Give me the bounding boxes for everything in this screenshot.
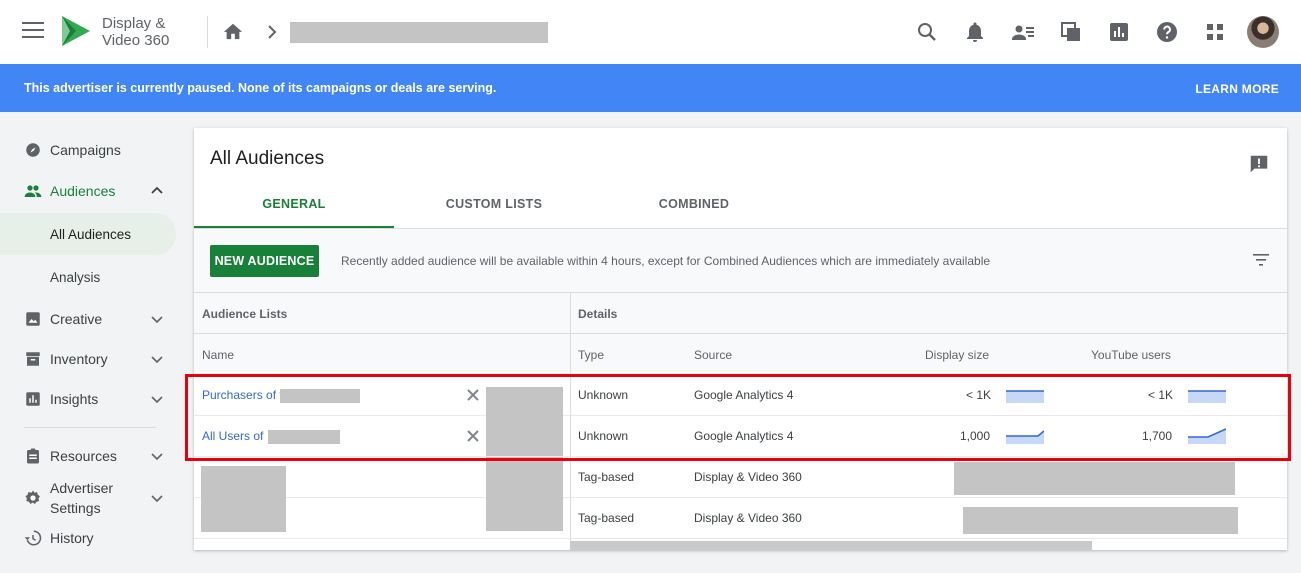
bar-chart-icon <box>26 392 40 406</box>
reports-chart-icon[interactable] <box>1107 20 1131 44</box>
source-cell: Display & Video 360 <box>694 511 802 525</box>
column-header-youtube-users[interactable]: YouTube users <box>1091 348 1171 362</box>
brand-line-2: Video 360 <box>102 32 170 49</box>
sidebar-item-advertiser-settings[interactable]: Advertiser Settings <box>0 476 176 520</box>
breadcrumb-redacted[interactable] <box>290 22 548 43</box>
chevron-up-icon <box>151 186 163 194</box>
table-row[interactable]: Tag-based Display & Video 360 <box>194 498 1287 539</box>
table-column-header: Name Type Source Display size YouTube us… <box>194 334 1287 375</box>
people-icon <box>24 185 42 197</box>
sidebar-item-label: Campaigns <box>50 142 121 158</box>
column-header-display-size[interactable]: Display size <box>925 348 989 362</box>
table-row[interactable]: Tag-based Display & Video 360 <box>194 457 1287 532</box>
sidebar-item-label: Creative <box>50 311 103 327</box>
sidebar-item-insights[interactable]: Insights <box>0 379 176 419</box>
highlight-box <box>185 374 1291 461</box>
tab-combined[interactable]: COMBINED <box>594 186 794 228</box>
sidebar-item-label: Inventory <box>50 351 108 367</box>
learn-more-link[interactable]: LEARN MORE <box>1195 82 1279 96</box>
sidebar-item-inventory[interactable]: Inventory <box>0 339 176 379</box>
type-cell: Tag-based <box>578 470 635 484</box>
sidebar-item-label: Insights <box>50 391 99 407</box>
sidebar-divider <box>24 427 156 428</box>
sidebar-item-label: Resources <box>50 448 117 464</box>
sidebar-item-label: History <box>50 530 94 546</box>
user-list-icon[interactable] <box>1011 20 1035 44</box>
chevron-down-icon <box>151 356 163 364</box>
table-group-header: Audience Lists Details <box>194 293 1287 334</box>
source-cell: Display & Video 360 <box>694 470 802 484</box>
menu-icon[interactable] <box>22 22 44 42</box>
redacted-block <box>963 507 1238 534</box>
help-icon[interactable] <box>1155 20 1179 44</box>
sidebar-nav: Campaigns Audiences All Audiences Analys… <box>0 112 190 573</box>
chevron-right-icon <box>268 25 277 39</box>
horizontal-scrollbar[interactable] <box>570 541 1092 550</box>
paused-banner: This advertiser is currently paused. Non… <box>0 64 1301 112</box>
sidebar-item-creative[interactable]: Creative <box>0 299 176 339</box>
sidebar-label-line-1: Advertiser <box>50 480 114 496</box>
avatar[interactable] <box>1247 16 1279 48</box>
new-audience-button[interactable]: NEW AUDIENCE <box>210 245 319 277</box>
chevron-down-icon <box>151 396 163 404</box>
sidebar-label-line-2: Settings <box>50 500 101 516</box>
chevron-down-icon <box>151 316 163 324</box>
sidebar-item-audiences[interactable]: Audiences <box>0 171 176 211</box>
top-app-bar: Display & Video 360 <box>0 0 1301 64</box>
availability-hint: Recently added audience will be availabl… <box>341 254 991 268</box>
chevron-down-icon <box>151 495 163 503</box>
apps-grid-icon[interactable] <box>1203 20 1227 44</box>
divider <box>207 16 208 48</box>
clipboard-icon <box>27 448 39 464</box>
sidebar-item-history[interactable]: History <box>0 518 176 558</box>
sidebar-item-label: All Audiences <box>50 226 132 242</box>
dv360-logo <box>62 16 90 46</box>
group-header-details: Details <box>578 307 618 321</box>
sidebar-item-all-audiences[interactable]: All Audiences <box>0 213 176 255</box>
copy-layers-icon[interactable] <box>1059 20 1083 44</box>
redacted-block <box>954 462 1235 495</box>
chevron-down-icon <box>151 453 163 461</box>
type-cell: Tag-based <box>578 511 635 525</box>
banner-message: This advertiser is currently paused. Non… <box>24 81 497 95</box>
sidebar-item-campaigns[interactable]: Campaigns <box>0 130 176 170</box>
group-header-audience-lists: Audience Lists <box>202 307 288 321</box>
tab-general[interactable]: GENERAL <box>194 186 394 228</box>
history-icon <box>24 530 42 546</box>
audiences-card: All Audiences GENERAL CUSTOM LISTS COMBI… <box>194 128 1287 550</box>
brand-line-1: Display & <box>102 15 166 32</box>
sidebar-item-analysis[interactable]: Analysis <box>0 257 176 297</box>
sidebar-item-label: Audiences <box>50 183 116 199</box>
brand-name: Display & Video 360 <box>102 15 169 49</box>
archive-icon <box>26 352 40 366</box>
compass-icon <box>26 143 40 157</box>
search-icon[interactable] <box>915 20 939 44</box>
column-header-source[interactable]: Source <box>694 348 732 362</box>
notifications-bell-icon[interactable] <box>963 20 987 44</box>
column-header-name[interactable]: Name <box>202 348 234 362</box>
table-toolbar: NEW AUDIENCE Recently added audience wil… <box>194 229 1287 293</box>
home-icon[interactable] <box>222 21 244 41</box>
image-icon <box>26 312 40 326</box>
feedback-icon[interactable] <box>1248 153 1270 175</box>
filter-icon[interactable] <box>1252 251 1270 269</box>
tab-custom-lists[interactable]: CUSTOM LISTS <box>394 186 594 228</box>
column-header-type[interactable]: Type <box>578 348 604 362</box>
page-title: All Audiences <box>210 148 325 169</box>
sidebar-item-label: Analysis <box>50 269 101 285</box>
gear-icon <box>25 490 40 504</box>
sidebar-item-label: Advertiser Settings <box>50 478 113 518</box>
sidebar-item-resources[interactable]: Resources <box>0 436 176 476</box>
